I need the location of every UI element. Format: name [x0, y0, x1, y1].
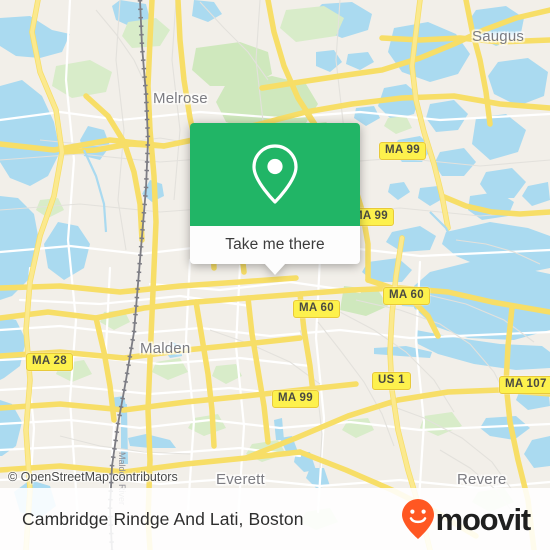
bottom-bar: Cambridge Rindge And Lati, Boston moovit: [0, 488, 550, 550]
map-vector-layer: .w { fill:#aadaf0; } .pk { fill:#cfe8bd;…: [0, 0, 550, 550]
page-title: Cambridge Rindge And Lati, Boston: [22, 508, 304, 529]
road-shield-ma-107: MA 107: [499, 376, 550, 394]
road-shield-ma-99-north: MA 99: [379, 142, 426, 160]
road-shield-ma-28: MA 28: [26, 353, 73, 371]
map-screen: .w { fill:#aadaf0; } .pk { fill:#cfe8bd;…: [0, 0, 550, 550]
map-attribution[interactable]: © OpenStreetMap contributors: [0, 470, 178, 484]
callout-card-header: [190, 123, 360, 226]
take-me-there-label: Take me there: [225, 236, 325, 253]
map-canvas[interactable]: .w { fill:#aadaf0; } .pk { fill:#cfe8bd;…: [0, 0, 550, 550]
road-shield-ma-60-east: MA 60: [383, 287, 430, 305]
moovit-pin-smiley-icon: [401, 499, 434, 539]
map-pin-icon: [252, 143, 298, 204]
destination-callout-card[interactable]: Take me there: [190, 123, 360, 275]
road-shield-ma-60-west: MA 60: [293, 300, 340, 318]
callout-card-tail: [264, 263, 286, 275]
callout-card-action[interactable]: Take me there: [190, 226, 360, 264]
road-shield-ma-99-south: MA 99: [272, 390, 319, 408]
moovit-brand[interactable]: moovit: [401, 498, 532, 540]
moovit-wordmark: moovit: [435, 501, 532, 537]
road-shield-us-1: US 1: [372, 372, 411, 390]
